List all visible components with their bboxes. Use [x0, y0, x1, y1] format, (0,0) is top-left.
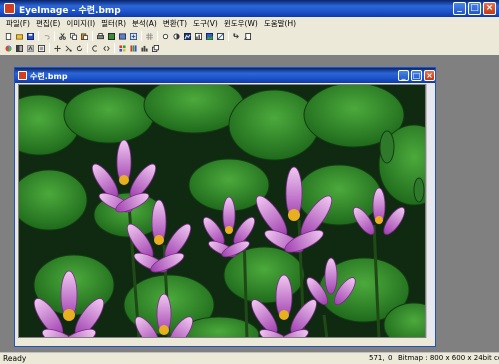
- toolbar-separator: [92, 31, 93, 41]
- menu-tools[interactable]: 도구(V): [190, 17, 221, 30]
- channels-icon[interactable]: [117, 43, 127, 53]
- bar-chart-icon[interactable]: [139, 43, 149, 53]
- brightness-icon[interactable]: [160, 31, 170, 41]
- menu-help[interactable]: 도움말(H): [261, 17, 299, 30]
- maximize-button[interactable]: □: [468, 2, 481, 15]
- menu-bar: 파일(F) 편집(E) 이미지(I) 필터(R) 분석(A) 변환(T) 도구(…: [0, 17, 499, 30]
- status-image-info: Bitmap : 800 x 600 x 24bit colo: [398, 354, 499, 362]
- toolbar-separator: [114, 43, 115, 53]
- status-coords: 571,: [369, 354, 385, 362]
- image-window-title: 수련.bmp: [30, 72, 68, 81]
- paste-icon[interactable]: [79, 31, 89, 41]
- arrow-right-icon[interactable]: [231, 31, 241, 41]
- print-icon[interactable]: [95, 31, 105, 41]
- palette-icon[interactable]: [3, 43, 13, 53]
- menu-window[interactable]: 윈도우(W): [221, 17, 261, 30]
- copy-icon[interactable]: [68, 31, 78, 41]
- menu-analysis[interactable]: 분석(A): [129, 17, 160, 30]
- menu-edit[interactable]: 편집(E): [33, 17, 63, 30]
- grid-icon[interactable]: [144, 31, 154, 41]
- toolbar-separator: [87, 43, 88, 53]
- toolbar-separator: [49, 43, 50, 53]
- toolbar-separator: [38, 31, 39, 41]
- menu-image[interactable]: 이미지(I): [63, 17, 98, 30]
- close-button[interactable]: ×: [483, 2, 496, 15]
- flip-icon[interactable]: [90, 43, 100, 53]
- toolbar-separator: [157, 31, 158, 41]
- levels-icon[interactable]: [193, 31, 203, 41]
- image-window-icon[interactable]: [18, 71, 27, 80]
- image-canvas[interactable]: [18, 84, 426, 338]
- app-window: EyeImage - 수련.bmp _ □ × 파일(F) 편집(E) 이미지(…: [0, 0, 499, 364]
- menu-file[interactable]: 파일(F): [3, 17, 33, 30]
- image-info-icon[interactable]: [106, 31, 116, 41]
- swap-icon[interactable]: [101, 43, 111, 53]
- water-lily-photo: [19, 85, 425, 337]
- menu-filter[interactable]: 필터(R): [98, 17, 129, 30]
- landscape-icon[interactable]: [204, 31, 214, 41]
- image-window[interactable]: 수련.bmp _ □ ×: [14, 67, 436, 347]
- image-maximize-button[interactable]: □: [411, 70, 422, 81]
- title-bar[interactable]: EyeImage - 수련.bmp _ □ ×: [0, 0, 499, 17]
- status-bar: Ready 571, 0 Bitmap : 800 x 600 x 24bit …: [0, 352, 499, 364]
- grayscale-icon[interactable]: [14, 43, 24, 53]
- image-vertical-scrollbar[interactable]: [426, 84, 434, 338]
- image-window-title-bar[interactable]: 수련.bmp _ □ ×: [15, 68, 435, 83]
- status-ready: Ready: [3, 354, 27, 363]
- mdi-workspace: 수련.bmp _ □ ×: [0, 55, 499, 352]
- status-value: 0: [388, 354, 393, 362]
- frame-icon[interactable]: [36, 43, 46, 53]
- move-icon[interactable]: [52, 43, 62, 53]
- histogram-icon[interactable]: [182, 31, 192, 41]
- new-file-icon[interactable]: [3, 31, 13, 41]
- cut-icon[interactable]: [57, 31, 67, 41]
- save-icon[interactable]: [25, 31, 35, 41]
- toolbar-separator: [141, 31, 142, 41]
- window-title: EyeImage - 수련.bmp: [19, 6, 121, 16]
- menu-transform[interactable]: 변환(T): [160, 17, 190, 30]
- emboss-icon[interactable]: [25, 43, 35, 53]
- app-icon[interactable]: [4, 3, 15, 14]
- color-bars-icon[interactable]: [128, 43, 138, 53]
- toolbar-main: [0, 30, 499, 42]
- undo-icon[interactable]: [41, 31, 51, 41]
- image-close-button[interactable]: ×: [424, 70, 435, 81]
- contrast-icon[interactable]: [171, 31, 181, 41]
- color-balance-icon[interactable]: [215, 31, 225, 41]
- transform-icon[interactable]: [63, 43, 73, 53]
- toolbar-secondary: [0, 42, 499, 54]
- toolbar-separator: [228, 31, 229, 41]
- toolbar-separator: [54, 31, 55, 41]
- refresh-icon[interactable]: [74, 43, 84, 53]
- resize-icon[interactable]: [128, 31, 138, 41]
- open-folder-icon[interactable]: [14, 31, 24, 41]
- scan-icon[interactable]: [117, 31, 127, 41]
- minimize-button[interactable]: _: [453, 2, 466, 15]
- image-minimize-button[interactable]: _: [398, 70, 409, 81]
- copy-window-icon[interactable]: [150, 43, 160, 53]
- rotate-icon[interactable]: [242, 31, 252, 41]
